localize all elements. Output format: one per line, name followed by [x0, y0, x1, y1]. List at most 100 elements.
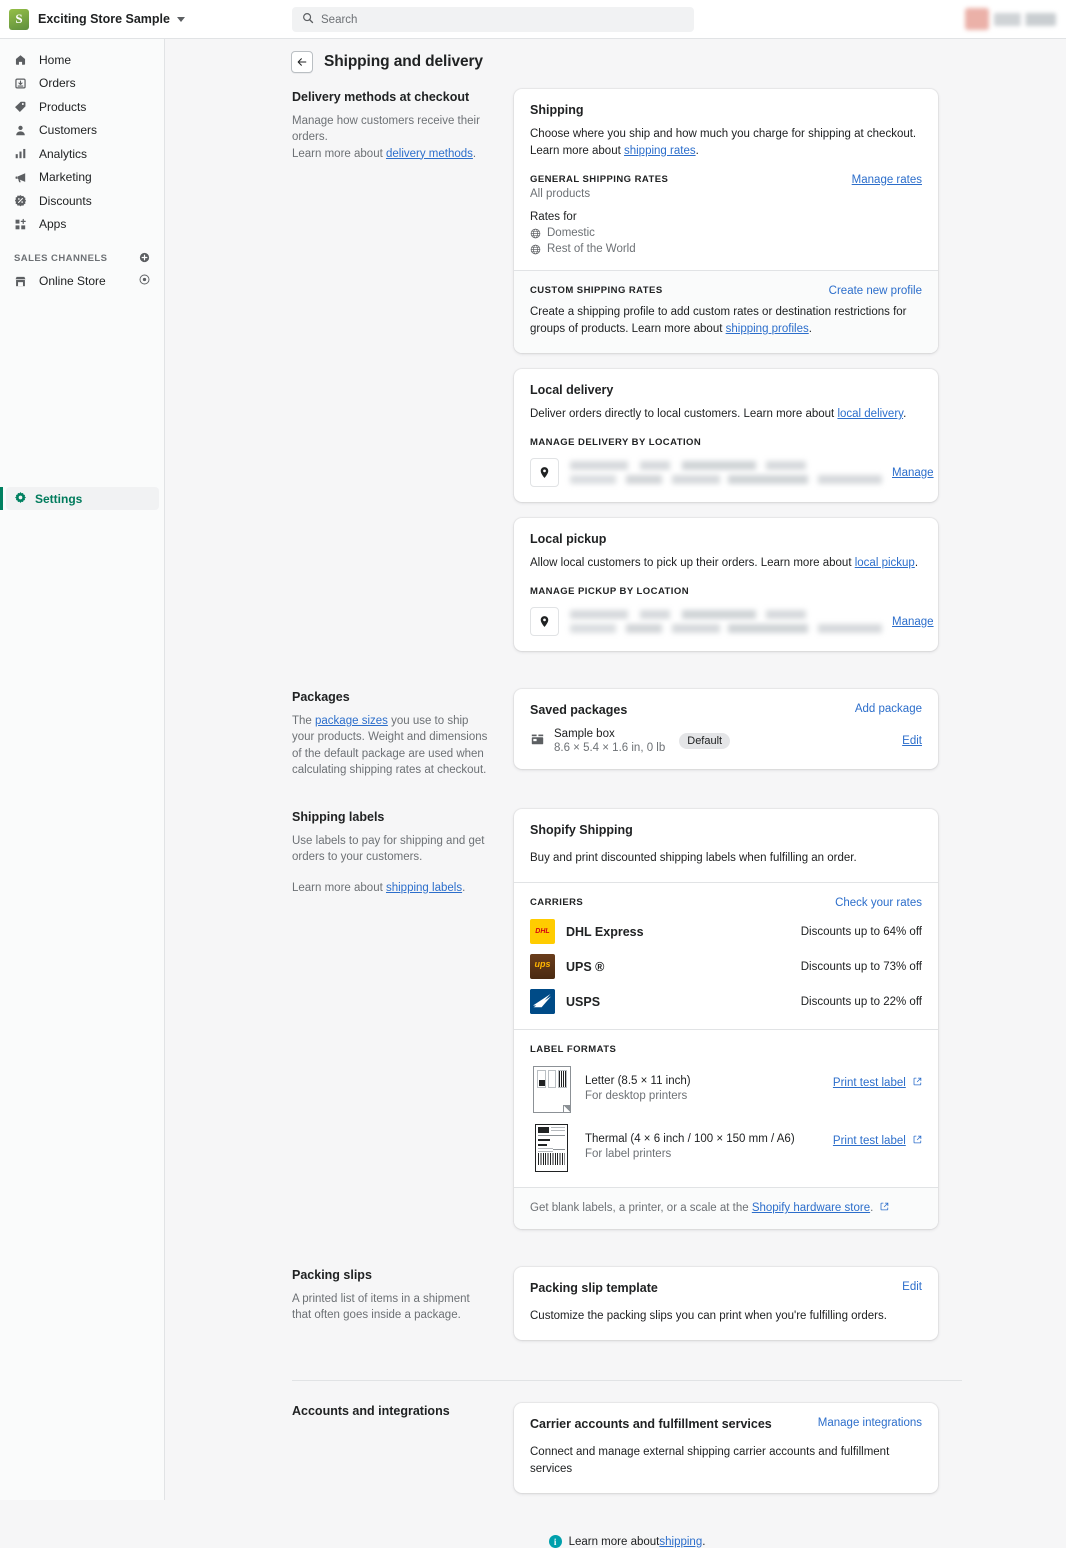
local-pickup-link[interactable]: local pickup [855, 557, 915, 569]
search-area[interactable]: Search [292, 7, 694, 32]
account-menu[interactable] [965, 8, 1056, 30]
format-sub: For desktop printers [585, 1090, 688, 1103]
carrier-row-dhl: DHL DHL Express Discounts up to 64% off [530, 919, 922, 945]
desc-prefix: Deliver orders directly to local custome… [530, 408, 838, 421]
sidebar-item-apps[interactable]: Apps [6, 213, 158, 236]
carrier-accounts-desc: Connect and manage external shipping car… [530, 1446, 890, 1476]
format-name: Letter (8.5 × 11 inch) [585, 1075, 691, 1088]
desc-suffix: . [914, 557, 919, 570]
print-test-label-letter[interactable]: Print test label [833, 1066, 922, 1089]
desc-prefix: Create a shipping profile to add custom … [530, 306, 907, 336]
custom-rates-label: CUSTOM SHIPPING RATES [530, 285, 663, 297]
carrier-discount: Discounts up to 22% off [800, 995, 922, 1008]
package-sizes-link[interactable]: package sizes [315, 715, 388, 727]
shopify-shipping-title: Shopify Shipping [530, 823, 633, 838]
manage-delivery-link[interactable]: Manage [892, 467, 934, 479]
section-heading: Accounts and integrations [292, 1404, 450, 1419]
external-link-icon [913, 1077, 922, 1089]
package-box-icon [530, 732, 545, 750]
shopify-logo-icon: S [9, 8, 29, 30]
customers-person-icon [14, 124, 31, 137]
sidebar-item-products[interactable]: Products [6, 95, 158, 118]
section-heading: Packing slips [292, 1268, 372, 1283]
location-pin-icon [530, 458, 559, 488]
carrier-accounts-header: Carrier accounts and fulfillment service… [530, 1417, 922, 1431]
hardware-store-footer: Get blank labels, a printer, or a scale … [514, 1187, 938, 1230]
desc-line-2-suffix: . [472, 147, 477, 160]
create-new-profile-link[interactable]: Create new profile [829, 285, 922, 297]
section-heading: Shipping labels [292, 810, 385, 825]
sidebar-item-discounts[interactable]: Discounts [6, 189, 158, 212]
desc-prefix: Choose where you ship and how much you c… [530, 128, 917, 158]
thermal-label-thumbnail-icon [530, 1124, 573, 1173]
footer-prefix: Learn more about [568, 1535, 660, 1548]
section-delivery-methods: Delivery methods at checkout Manage how … [292, 89, 1066, 667]
saved-packages-title: Saved packages [530, 703, 628, 718]
globe-icon [530, 244, 541, 255]
sidebar-item-orders[interactable]: Orders [6, 72, 158, 95]
edit-packing-slip-link[interactable]: Edit [902, 1281, 922, 1293]
shipping-profiles-link[interactable]: shipping profiles [726, 323, 809, 335]
section-heading: Delivery methods at checkout [292, 90, 470, 104]
desc-suffix: . [903, 408, 907, 421]
manage-rates-link[interactable]: Manage rates [852, 174, 922, 186]
carrier-discount: Discounts up to 73% off [800, 960, 922, 973]
shipping-card-title: Shipping [530, 103, 584, 117]
carrier-discount: Discounts up to 64% off [800, 925, 922, 938]
footer-learn-more: i Learn more about shipping. [292, 1535, 962, 1548]
package-info: Sample box 8.6 × 5.4 × 1.6 in, 0 lb [554, 728, 665, 754]
accounts-intro: Accounts and integrations [292, 1403, 514, 1427]
rates-for-label: Rates for [530, 211, 577, 224]
sidebar-item-customers[interactable]: Customers [6, 119, 158, 142]
gear-icon [14, 491, 27, 507]
sidebar-item-analytics[interactable]: Analytics [6, 142, 158, 165]
desc-suffix: . [808, 323, 812, 336]
shipping-card-main: Shipping Choose where you ship and how m… [514, 89, 938, 270]
chevron-down-icon[interactable] [176, 16, 185, 22]
location-row[interactable]: Manage [530, 607, 934, 637]
local-delivery-link[interactable]: local delivery [837, 408, 903, 420]
sidebar-item-marketing[interactable]: Marketing [6, 166, 158, 189]
print-test-label-link[interactable]: Print test label [833, 1135, 906, 1147]
page-content: Delivery methods at checkout Manage how … [165, 73, 1066, 1548]
sidebar-item-home[interactable]: Home [6, 48, 158, 71]
marketing-megaphone-icon [14, 171, 31, 184]
desc-prefix: Allow local customers to pick up their o… [530, 557, 855, 570]
carrier-row-ups: ups UPS ® Discounts up to 73% off [530, 954, 922, 980]
carriers-header: CARRIERS Check your rates [530, 897, 922, 909]
edit-package-link[interactable]: Edit [902, 735, 922, 747]
delivery-methods-link[interactable]: delivery methods [386, 148, 473, 160]
check-your-rates-link[interactable]: Check your rates [835, 897, 922, 909]
shipping-labels-link[interactable]: shipping labels [386, 882, 462, 894]
preview-eye-icon[interactable] [139, 274, 150, 288]
add-channel-icon[interactable] [139, 252, 150, 266]
print-test-label-link[interactable]: Print test label [833, 1077, 906, 1089]
brand-area[interactable]: S Exciting Store Sample [0, 8, 270, 30]
status-badge: Default [679, 733, 731, 750]
sidebar-item-settings[interactable]: Settings [0, 487, 165, 510]
sidebar-item-label: Home [39, 52, 72, 67]
section-divider [292, 1380, 962, 1382]
search-input[interactable]: Search [292, 7, 694, 32]
external-link-icon [913, 1135, 922, 1147]
ups-logo-icon: ups [530, 954, 555, 980]
shipping-rates-link[interactable]: shipping rates [624, 145, 696, 157]
local-pickup-title: Local pickup [530, 532, 607, 547]
add-package-link[interactable]: Add package [855, 703, 922, 715]
account-name-redacted [994, 12, 1056, 26]
location-row[interactable]: Manage [530, 458, 934, 488]
delivery-methods-cards: Shipping Choose where you ship and how m… [514, 89, 938, 667]
back-button[interactable] [291, 51, 313, 73]
print-test-label-thermal[interactable]: Print test label [833, 1124, 922, 1147]
sidebar-item-label: Marketing [39, 170, 92, 184]
manage-pickup-link[interactable]: Manage [892, 616, 934, 628]
manage-integrations-link[interactable]: Manage integrations [818, 1417, 922, 1429]
sidebar: Home Orders Products Customers Analytics [0, 39, 165, 1500]
footer-suffix: . [702, 1535, 706, 1548]
sidebar-item-online-store[interactable]: Online Store [6, 270, 158, 293]
saved-packages-header: Saved packages Add package [530, 703, 922, 717]
shipping-footer-link[interactable]: shipping [659, 1536, 702, 1548]
manage-delivery-by-location-label: MANAGE DELIVERY BY LOCATION [530, 437, 702, 449]
shopify-hardware-store-link[interactable]: Shopify hardware store [752, 1202, 870, 1214]
saved-packages-section: Saved packages Add package Sample box 8.… [514, 689, 938, 769]
